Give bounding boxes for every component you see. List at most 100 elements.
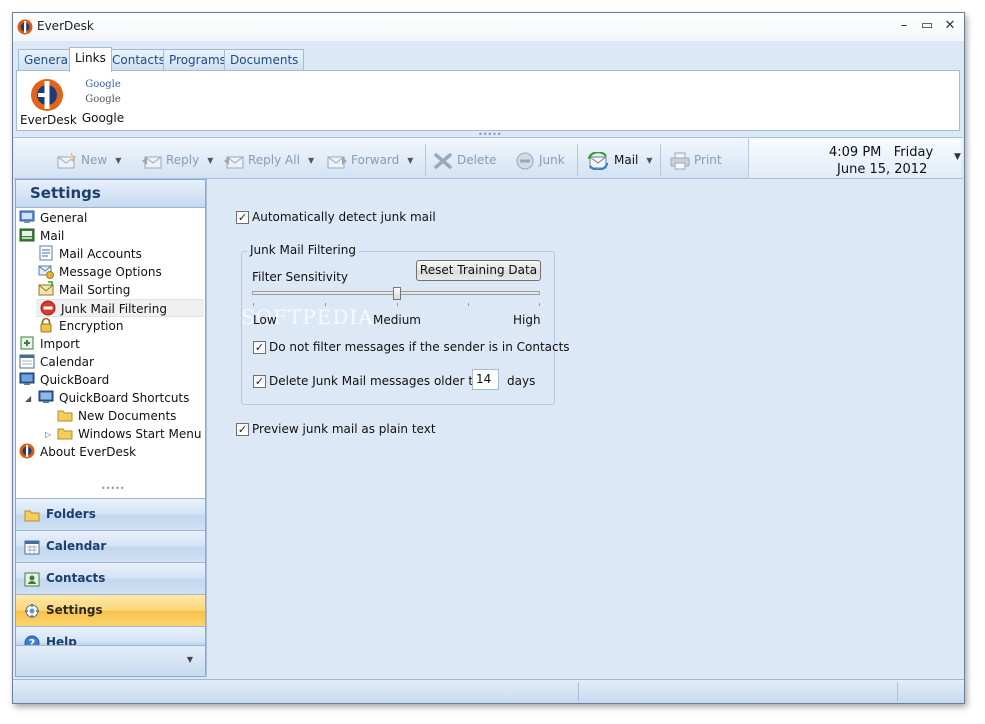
link-google[interactable]: Google Google Google — [81, 75, 125, 125]
delete-old-junk-checkbox[interactable]: ✓ — [253, 375, 266, 388]
days-label: days — [507, 374, 536, 388]
delete-button[interactable]: Delete — [432, 149, 496, 171]
junk-filter-icon — [40, 300, 56, 316]
import-icon — [20, 336, 34, 350]
mail-sorting-icon — [38, 281, 54, 296]
junk-icon — [516, 152, 534, 169]
toolbar-separator — [660, 144, 661, 176]
quickboard-icon — [19, 372, 35, 385]
status-separator — [578, 682, 579, 701]
tab-links[interactable]: Links — [69, 47, 112, 72]
tree-item-import[interactable]: Import — [19, 335, 80, 353]
chevron-down-icon[interactable]: ▼ — [646, 156, 652, 165]
slider-tick — [539, 303, 540, 306]
folder-icon — [57, 428, 73, 440]
tree-item-mail[interactable]: Mail — [19, 227, 64, 245]
chevron-down-icon[interactable]: ▼ — [407, 156, 413, 165]
tab-programs[interactable]: Programs — [163, 49, 232, 71]
nav-resize-grip[interactable]: ••••• — [101, 485, 125, 493]
minimize-button[interactable]: – — [893, 17, 915, 35]
toolbar-overflow-button[interactable]: ▼ — [954, 152, 961, 162]
preview-plain-text-label: Preview junk mail as plain text — [252, 422, 436, 436]
delete-icon — [434, 152, 452, 169]
tree-item-mail-sorting[interactable]: Mail Sorting — [38, 281, 130, 299]
nav-settings[interactable]: Settings — [16, 594, 205, 626]
clock-time: 4:09 PM Friday — [829, 145, 934, 160]
delete-days-input[interactable]: 14 — [472, 369, 499, 390]
auto-detect-junk-checkbox[interactable]: ✓ — [236, 211, 249, 224]
tree-item-general[interactable]: General — [19, 209, 87, 227]
tree-item-message-options[interactable]: Message Options — [38, 263, 162, 281]
close-button[interactable]: ✕ — [939, 17, 961, 35]
tree-item-mail-accounts[interactable]: Mail Accounts — [38, 245, 142, 263]
chevron-down-icon[interactable]: ▼ — [115, 156, 121, 165]
contacts-icon — [24, 572, 40, 587]
slider-medium-label: Medium — [373, 313, 421, 327]
tree-item-about-everdesk[interactable]: About EverDesk — [19, 443, 136, 461]
nav-calendar[interactable]: Calendar — [16, 530, 205, 562]
reply-icon — [142, 156, 162, 168]
nav-folders[interactable]: Folders — [16, 498, 205, 530]
junk-mail-settings-panel: ✓ Automatically detect junk mail Junk Ma… — [206, 179, 963, 677]
forward-button[interactable]: Forward ▼ — [326, 149, 413, 171]
reply-button[interactable]: Reply ▼ — [141, 149, 213, 171]
junk-button[interactable]: Junk — [514, 149, 565, 171]
mail-toolbar: New ▼ Reply ▼ Reply All ▼ Forward ▼ Delete J… — [14, 137, 963, 179]
everdesk-logo-icon — [17, 19, 33, 35]
tree-item-calendar[interactable]: Calendar — [19, 353, 94, 371]
mail-sendreceive-button[interactable]: Mail ▼ — [585, 149, 653, 171]
settings-icon — [25, 604, 39, 618]
status-bar — [13, 679, 964, 703]
slider-high-label: High — [513, 313, 541, 327]
folders-icon — [24, 510, 40, 522]
links-panel: EverDesk Google Google Google — [16, 70, 960, 131]
tree-item-windows-start-menu[interactable]: Windows Start Menu — [57, 425, 201, 443]
new-mail-icon — [57, 152, 77, 168]
link-everdesk[interactable]: EverDesk — [20, 75, 77, 127]
settings-tree: General Mail Mail Accounts Message Optio… — [16, 209, 205, 483]
settings-pane: Settings General Mail Mail Accounts Mess… — [15, 179, 206, 677]
tree-item-quickboard[interactable]: QuickBoard — [19, 371, 109, 389]
mail-accounts-icon — [39, 245, 53, 261]
mail-icon — [19, 228, 35, 242]
title-bar: EverDesk – ▭ ✕ — [13, 13, 964, 41]
link-label: EverDesk — [20, 113, 77, 127]
settings-header: Settings — [16, 180, 205, 208]
no-filter-contacts-checkbox[interactable]: ✓ — [253, 341, 266, 354]
tab-documents[interactable]: Documents — [224, 49, 305, 71]
print-button[interactable]: Print — [669, 149, 722, 171]
delete-old-junk-label: Delete Junk Mail messages older than — [269, 374, 496, 388]
link-label: Google — [81, 111, 125, 125]
message-options-icon — [38, 265, 54, 279]
tree-item-quickboard-shortcuts[interactable]: QuickBoard Shortcuts — [38, 389, 189, 407]
maximize-button[interactable]: ▭ — [916, 17, 938, 35]
preview-plain-text-checkbox[interactable]: ✓ — [236, 423, 249, 436]
clock-panel: 4:09 PM Friday June 15, 2012 — [748, 138, 961, 178]
tree-item-new-documents[interactable]: New Documents — [57, 407, 176, 425]
sensitivity-slider-thumb[interactable] — [393, 287, 401, 300]
forward-icon — [327, 156, 347, 168]
expand-arrow-icon[interactable]: ▷ — [45, 430, 51, 439]
junk-filtering-group-title: Junk Mail Filtering — [247, 243, 359, 257]
window-title: EverDesk — [37, 19, 94, 33]
reply-all-button[interactable]: Reply All ▼ — [223, 149, 314, 171]
everdesk-logo-icon — [31, 79, 63, 111]
top-tab-strip: General Links Contacts Programs Document… — [15, 47, 963, 72]
nav-overflow-button[interactable]: ▼ — [16, 645, 205, 676]
toolbar-separator — [577, 144, 578, 176]
status-separator — [897, 682, 898, 701]
tree-item-encryption[interactable]: Encryption — [38, 317, 123, 335]
tree-item-junk-mail-filtering[interactable]: Junk Mail Filtering — [36, 299, 204, 317]
no-filter-contacts-label: Do not filter messages if the sender is … — [269, 340, 570, 354]
reset-training-data-button[interactable]: Reset Training Data — [416, 260, 541, 281]
collapse-arrow-icon[interactable]: ◢ — [25, 394, 31, 403]
send-receive-icon — [587, 151, 609, 170]
chevron-down-icon[interactable]: ▼ — [207, 156, 213, 165]
folder-icon — [57, 410, 73, 422]
new-button[interactable]: New ▼ — [56, 149, 121, 171]
chevron-down-icon[interactable]: ▼ — [308, 156, 314, 165]
toolbar-separator — [425, 144, 426, 176]
nav-contacts[interactable]: Contacts — [16, 562, 205, 594]
everdesk-window: EverDesk – ▭ ✕ General Links Contacts Pr… — [12, 12, 965, 704]
tab-contacts[interactable]: Contacts — [106, 49, 171, 71]
